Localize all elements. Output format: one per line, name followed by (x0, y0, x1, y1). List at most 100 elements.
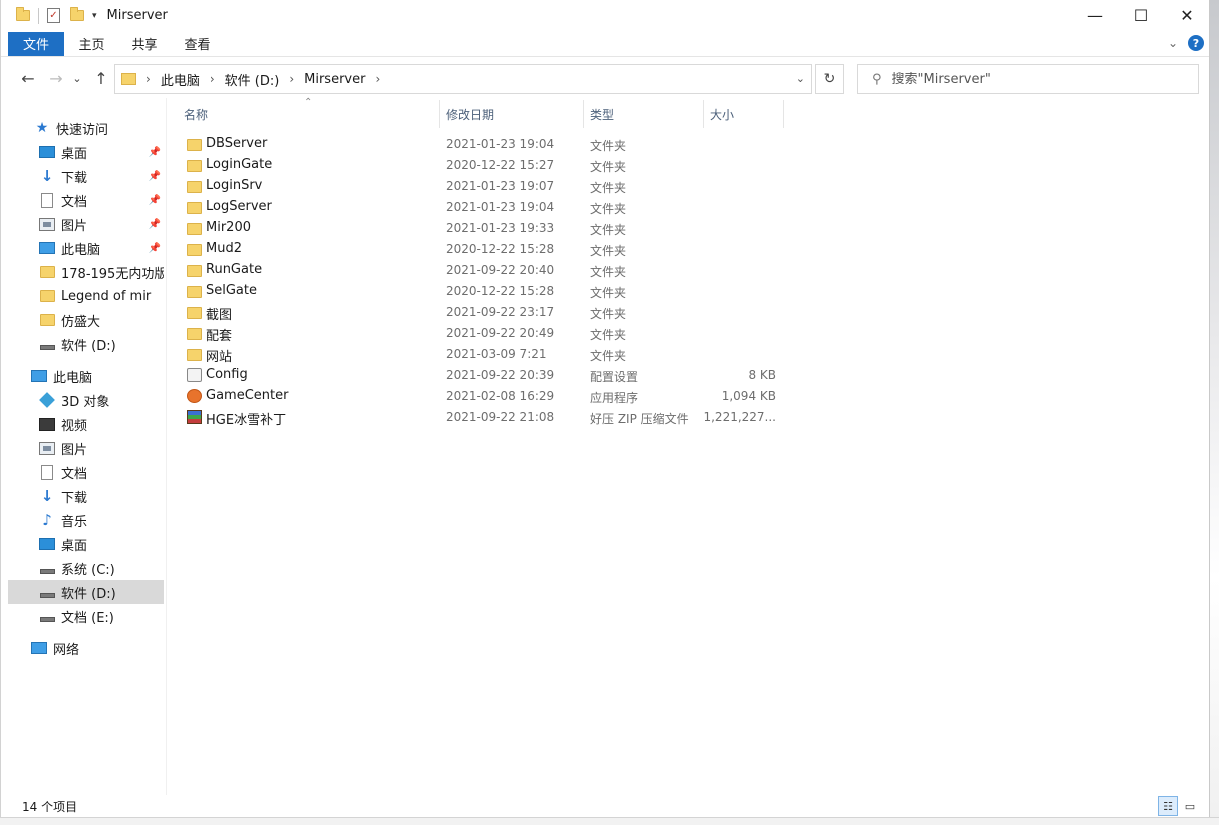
file-date: 2021-09-22 23:17 (446, 305, 555, 319)
forward-button[interactable]: → (44, 66, 68, 90)
breadcrumb-separator-icon[interactable]: › (289, 72, 294, 86)
file-date: 2021-03-09 7:21 (446, 347, 547, 361)
close-button[interactable]: ✕ (1164, 0, 1210, 31)
breadcrumb-separator-icon[interactable]: › (146, 72, 151, 86)
new-folder-icon[interactable] (70, 7, 84, 21)
file-name: LoginSrv (206, 178, 263, 193)
table-row[interactable]: HGE冰雪补丁 2021-09-22 21:08 好压 ZIP 压缩文件 1,2… (182, 407, 782, 428)
tab-home[interactable]: 主页 (65, 32, 118, 56)
file-type: 文件夹 (590, 244, 627, 258)
folder-icon (187, 349, 202, 361)
search-icon: ⚲ (872, 71, 882, 87)
desktop-icon (39, 146, 55, 158)
table-row[interactable]: RunGate 2021-09-22 20:40 文件夹 (182, 260, 782, 281)
sidebar-item-videos[interactable]: 视频 (8, 412, 164, 436)
sidebar-item-network[interactable]: 网络 (8, 636, 164, 660)
sidebar-item-label: 软件 (D:) (61, 586, 116, 602)
pane-divider[interactable] (166, 98, 167, 795)
help-icon[interactable]: ? (1188, 35, 1204, 51)
tab-file[interactable]: 文件 (8, 31, 64, 56)
tab-view[interactable]: 查看 (171, 32, 224, 56)
sidebar-item-this-pc[interactable]: 此电脑 (8, 364, 164, 388)
sidebar-item-pictures[interactable]: 图片 📌 (8, 212, 164, 236)
file-date: 2021-02-08 16:29 (446, 389, 555, 403)
pin-icon: 📌 (148, 218, 161, 230)
sidebar-item-downloads-pc[interactable]: ↓ 下载 (8, 484, 164, 508)
sidebar-item-label: 此电脑 (61, 242, 101, 258)
table-row[interactable]: LoginGate 2020-12-22 15:27 文件夹 (182, 155, 782, 176)
sidebar-item-label: 快速访问 (56, 122, 109, 138)
customize-toolbar-dropdown-icon[interactable]: ▾ (92, 11, 97, 21)
table-row[interactable]: GameCenter 2021-02-08 16:29 应用程序 1,094 K… (182, 386, 782, 407)
sidebar-item-this-pc-pinned[interactable]: 此电脑 📌 (8, 236, 164, 260)
sidebar-item-drive-c[interactable]: 系统 (C:) (8, 556, 164, 580)
breadcrumb-drive-d[interactable]: 软件 (D:) (225, 70, 280, 89)
folder-icon (187, 307, 202, 319)
breadcrumb-separator-icon[interactable]: › (375, 72, 380, 86)
search-input[interactable] (891, 71, 1172, 87)
folder-icon (121, 73, 136, 85)
file-size: 1,221,227... (703, 410, 776, 424)
drive-icon (39, 592, 55, 598)
file-name: DBServer (206, 136, 268, 151)
sidebar-item-label: 仿盛大 (61, 314, 101, 330)
table-row[interactable]: LogServer 2021-01-23 19:04 文件夹 (182, 197, 782, 218)
drive-icon (39, 616, 55, 622)
drive-icon (39, 344, 55, 350)
sidebar-item-label: 文档 (E:) (61, 610, 114, 626)
table-row[interactable]: LoginSrv 2021-01-23 19:07 文件夹 (182, 176, 782, 197)
address-bar[interactable]: › 此电脑 › 软件 (D:) › Mirserver › ⌄ (114, 64, 812, 94)
ribbon-right-controls: ⌄ ? (1168, 35, 1204, 51)
table-row[interactable]: 截图 2021-09-22 23:17 文件夹 (182, 302, 782, 323)
file-name: 配套 (206, 329, 233, 344)
table-row[interactable]: SelGate 2020-12-22 15:28 文件夹 (182, 281, 782, 302)
breadcrumb-this-pc[interactable]: 此电脑 (161, 70, 200, 89)
sidebar-item-fang-sheng-da[interactable]: 仿盛大 (8, 308, 164, 332)
table-row[interactable]: Mud2 2020-12-22 15:28 文件夹 (182, 239, 782, 260)
sidebar-item-quick-access[interactable]: ★ 快速访问 (8, 116, 164, 140)
column-divider[interactable] (783, 100, 784, 128)
sidebar-item-downloads[interactable]: ↓ 下载 📌 (8, 164, 164, 188)
column-header-type[interactable]: 类型 (584, 100, 704, 128)
tab-share[interactable]: 共享 (118, 32, 171, 56)
search-box[interactable]: ⚲ (857, 64, 1199, 94)
sidebar-item-documents[interactable]: 文档 📌 (8, 188, 164, 212)
table-row[interactable]: Config 2021-09-22 20:39 配置设置 8 KB (182, 365, 782, 386)
column-header-date[interactable]: 修改日期 (440, 100, 584, 128)
sidebar-item-3d-objects[interactable]: 3D 对象 (8, 388, 164, 412)
file-type: 文件夹 (590, 160, 627, 174)
details-view-icon[interactable]: ☷ (1158, 796, 1178, 816)
address-history-dropdown-icon[interactable]: ⌄ (796, 72, 805, 85)
properties-icon[interactable]: ✓ (47, 8, 60, 23)
sidebar-item-178-195[interactable]: 178-195无内功版本 (8, 260, 164, 284)
sidebar-item-music[interactable]: ♪ 音乐 (8, 508, 164, 532)
sidebar-item-drive-d-quick[interactable]: 软件 (D:) (8, 332, 164, 356)
ribbon-tabs: 文件 主页 共享 查看 ⌄ ? (0, 31, 1210, 57)
up-button[interactable]: ↑ (89, 66, 113, 90)
recent-locations-chevron-icon[interactable]: ⌄ (70, 66, 84, 90)
sidebar-item-legend-of-mir[interactable]: Legend of mir (8, 284, 164, 308)
expand-ribbon-chevron-icon[interactable]: ⌄ (1168, 36, 1178, 50)
sidebar-item-drive-d[interactable]: 软件 (D:) (8, 580, 164, 604)
sidebar-item-documents-pc[interactable]: 文档 (8, 460, 164, 484)
network-icon (31, 642, 47, 654)
table-row[interactable]: 网站 2021-03-09 7:21 文件夹 (182, 344, 782, 365)
column-header-size[interactable]: 大小 (704, 100, 784, 128)
minimize-button[interactable]: — (1072, 0, 1118, 31)
sidebar-item-pictures-pc[interactable]: 图片 (8, 436, 164, 460)
folder-icon (16, 7, 30, 21)
sidebar-item-drive-e[interactable]: 文档 (E:) (8, 604, 164, 628)
sidebar-item-desktop[interactable]: 桌面 📌 (8, 140, 164, 164)
breadcrumb-separator-icon[interactable]: › (210, 72, 215, 86)
column-header-name[interactable]: 名称 (178, 100, 440, 128)
maximize-button[interactable]: ☐ (1118, 0, 1164, 31)
back-button[interactable]: ← (16, 66, 40, 90)
refresh-button[interactable]: ↻ (815, 64, 844, 94)
file-date: 2021-09-22 20:40 (446, 263, 555, 277)
table-row[interactable]: 配套 2021-09-22 20:49 文件夹 (182, 323, 782, 344)
table-row[interactable]: Mir200 2021-01-23 19:33 文件夹 (182, 218, 782, 239)
sidebar-item-desktop-pc[interactable]: 桌面 (8, 532, 164, 556)
breadcrumb-mirserver[interactable]: Mirserver (304, 72, 365, 87)
large-icons-view-icon[interactable]: ▭ (1180, 796, 1200, 816)
table-row[interactable]: DBServer 2021-01-23 19:04 文件夹 (182, 134, 782, 155)
